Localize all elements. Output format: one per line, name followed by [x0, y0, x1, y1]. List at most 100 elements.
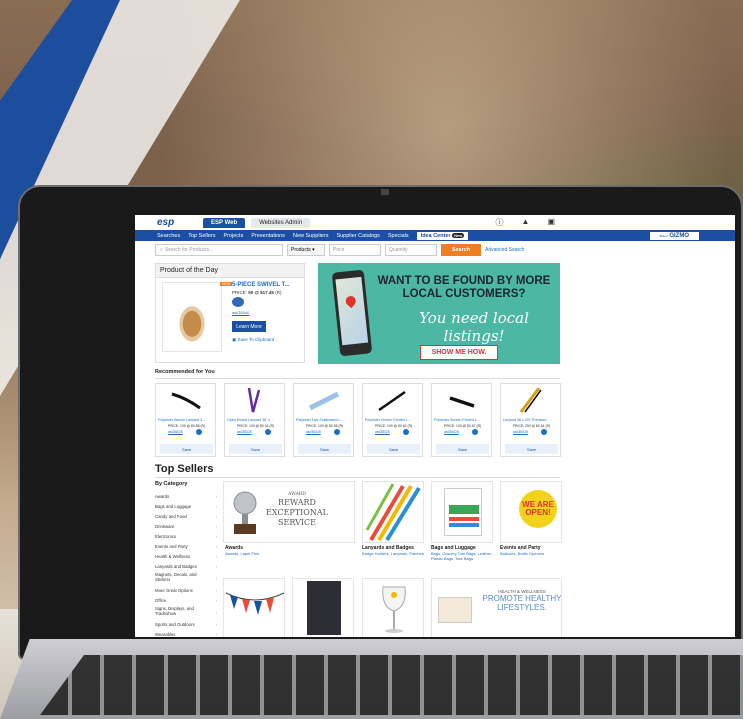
recommended-grid: Polyester Woven Lanyard 3... PRICE: 100 …: [155, 383, 561, 457]
chevron-right-icon: ›: [215, 609, 217, 615]
card-save-button[interactable]: Save: [160, 444, 213, 454]
card-name[interactable]: Polyester Screen Printed L...: [434, 418, 491, 422]
card-save-button[interactable]: Save: [505, 444, 558, 454]
top-sellers-title: Top Sellers: [155, 463, 214, 475]
category-item[interactable]: Candy and Food ›: [155, 511, 217, 521]
tile-subtext[interactable]: Bags, Grocery Tote Bags, Leather, Plasti…: [431, 551, 497, 562]
lanyard-image: [378, 390, 406, 412]
tile-subtext[interactable]: Badge Holders, Lanyards, Patches: [362, 551, 426, 557]
nav-supplier-catalogs[interactable]: Supplier Catalogs: [336, 233, 379, 239]
category-tile-wearables[interactable]: [292, 578, 354, 637]
nav-presentations[interactable]: Presentations: [251, 233, 285, 239]
category-item[interactable]: Lanyards and Badges ›: [155, 561, 217, 571]
search-type-select[interactable]: Products ▾: [287, 244, 325, 256]
product-card[interactable]: Polyester Dye Sublimated L... PRICE: 100…: [293, 383, 354, 457]
verified-icon: [265, 429, 271, 435]
search-button[interactable]: Search: [441, 244, 481, 256]
lanyard-image: [247, 388, 261, 413]
verified-icon: [334, 429, 340, 435]
tile-subtext[interactable]: Balloons, Bottle Openers: [500, 551, 564, 557]
verified-icon: [196, 429, 202, 435]
category-tile-bags[interactable]: [431, 481, 493, 543]
show-me-how-button[interactable]: SHOW ME HOW.: [420, 345, 498, 360]
advanced-search-link[interactable]: Advanced Search: [485, 247, 524, 253]
category-item[interactable]: Drinkware ›: [155, 521, 217, 531]
product-card[interactable]: Polyester Screen Printed L... PRICE: 100…: [431, 383, 492, 457]
price-field[interactable]: Price: [329, 244, 381, 256]
product-card[interactable]: Polyester Woven Lanyard 3... PRICE: 100 …: [155, 383, 216, 457]
verified-icon: [403, 429, 409, 435]
tab-websites-admin[interactable]: Websites Admin: [251, 217, 311, 228]
main-nav: Searches Top Sellers Projects Presentati…: [135, 230, 735, 241]
supplier-logo-icon[interactable]: [232, 297, 244, 307]
card-asi-link[interactable]: asi/38028: [444, 430, 459, 434]
potd-image[interactable]: [162, 282, 222, 352]
bell-icon[interactable]: ▲: [522, 217, 530, 228]
potd-product-name[interactable]: 5-PIECE SWIVEL T...: [232, 282, 290, 288]
gizmo-prefix: Brand: [659, 233, 668, 238]
gizmo-button[interactable]: Brand GIZMO: [649, 231, 699, 240]
category-item[interactable]: Bags and Luggage ›: [155, 501, 217, 511]
lanyard-image: [519, 388, 542, 413]
category-tile-awards[interactable]: AWARD REWARD EXCEPTIONAL SERVICE: [223, 481, 355, 543]
learn-more-button[interactable]: Learn More: [232, 321, 266, 332]
category-tile-drinkware[interactable]: [362, 578, 424, 637]
product-card[interactable]: Lanyard 36 x 3/4" Premium... PRICE: 250 …: [500, 383, 561, 457]
banner-script: You need local listings!: [419, 309, 529, 345]
category-item[interactable]: Wearables ›: [155, 629, 217, 637]
product-card[interactable]: Open Ended Lanyard 36" x ... PRICE: 100 …: [224, 383, 285, 457]
category-item[interactable]: Office ›: [155, 595, 217, 605]
nav-idea-center[interactable]: Idea Center New: [416, 231, 469, 240]
category-tile-health[interactable]: HEALTH & WELLNESS PROMOTE HEALTHY LIFEST…: [431, 578, 562, 637]
card-name[interactable]: Lanyard 36 x 3/4" Premium...: [503, 418, 560, 422]
card-name[interactable]: Polyester Dye Sublimated L...: [296, 418, 353, 422]
card-name[interactable]: Polyester Woven Lanyard 3...: [158, 418, 215, 422]
tab-esp-web[interactable]: ESP Web: [203, 217, 246, 228]
lanyard-image: [171, 392, 201, 410]
product-card[interactable]: Polyester Screen Printed L... PRICE: 100…: [362, 383, 423, 457]
card-name[interactable]: Polyester Screen Printed L...: [365, 418, 422, 422]
category-tile-lanyards[interactable]: [362, 481, 424, 543]
card-asi-link[interactable]: asi/38028: [168, 430, 183, 434]
category-item[interactable]: Events and Party ›: [155, 541, 217, 551]
category-tile-events[interactable]: WE ARE OPEN!: [500, 481, 562, 543]
nav-projects[interactable]: Projects: [223, 233, 243, 239]
card-save-button[interactable]: Save: [298, 444, 351, 454]
tile-subtext[interactable]: Awards, Lapel Pins: [225, 551, 305, 557]
nav-new-suppliers[interactable]: New Suppliers: [293, 233, 328, 239]
gizmo-label: GIZMO: [669, 232, 689, 239]
category-item[interactable]: Awards ›: [155, 491, 217, 501]
card-save-button[interactable]: Save: [436, 444, 489, 454]
category-item[interactable]: Magnets, Decals, and Stickers ›: [155, 571, 217, 585]
esp-logo[interactable]: esp: [157, 217, 197, 228]
help-icon[interactable]: ⓘ: [496, 217, 504, 228]
chevron-right-icon: ›: [215, 621, 217, 627]
health-tile-art: HEALTH & WELLNESS PROMOTE HEALTHY LIFEST…: [472, 589, 572, 613]
card-name[interactable]: Open Ended Lanyard 36" x ...: [227, 418, 284, 422]
card-asi-link[interactable]: asi/38028: [306, 430, 321, 434]
category-item[interactable]: Electronics ›: [155, 531, 217, 541]
category-item[interactable]: Signs, Displays, and Tradeshow ›: [155, 605, 217, 619]
clipboard-icon[interactable]: ▣: [547, 217, 555, 228]
category-item[interactable]: More Great Options ›: [155, 585, 217, 595]
category-label: Health & Wellness: [155, 553, 191, 559]
quantity-field[interactable]: Quantity: [385, 244, 437, 256]
card-asi-link[interactable]: asi/38028: [375, 430, 390, 434]
save-to-clipboard-link[interactable]: ▣ Save To Clipboard: [232, 337, 274, 343]
category-item[interactable]: Health & Wellness ›: [155, 551, 217, 561]
nav-specials[interactable]: Specials: [388, 233, 409, 239]
category-tile-banner[interactable]: [223, 578, 285, 637]
bunting-image: [225, 592, 285, 615]
potd-price-suffix: (R): [275, 290, 282, 295]
local-listings-banner[interactable]: WANT TO BE FOUND BY MORE LOCAL CUSTOMERS…: [318, 263, 560, 364]
nav-searches[interactable]: Searches: [157, 233, 180, 239]
potd-asi-link[interactable]: asi/30940: [232, 310, 249, 315]
category-label: Candy and Food: [155, 513, 187, 519]
category-item[interactable]: Sports and Outdoors ›: [155, 619, 217, 629]
nav-top-sellers[interactable]: Top Sellers: [188, 233, 215, 239]
card-save-button[interactable]: Save: [367, 444, 420, 454]
search-input[interactable]: ⌕ Search for Products...: [155, 244, 283, 256]
card-asi-link[interactable]: asi/38028: [237, 430, 252, 434]
card-save-button[interactable]: Save: [229, 444, 282, 454]
card-asi-link[interactable]: asi/38028: [513, 430, 528, 434]
